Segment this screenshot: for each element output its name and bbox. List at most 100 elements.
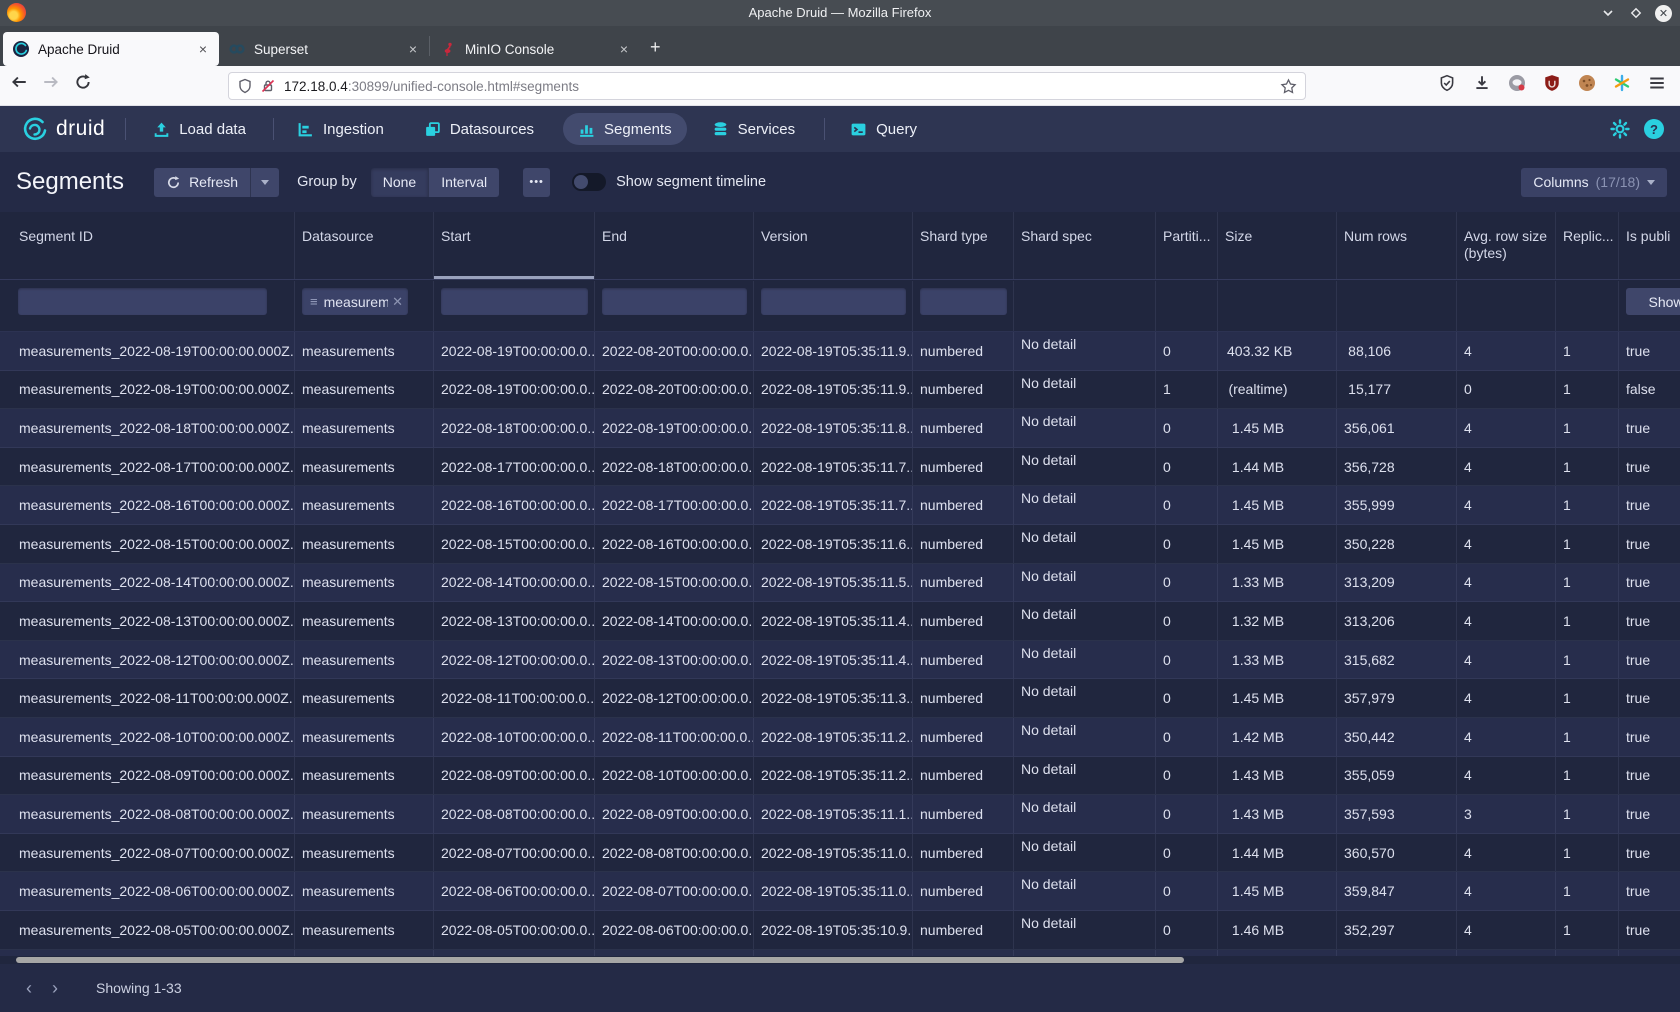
insecure-lock-icon[interactable] (260, 78, 276, 94)
cell-avg_row_size: 4 (1457, 564, 1556, 602)
cell-replicas: 1 (1556, 564, 1619, 602)
cookie-extension-icon[interactable] (1578, 74, 1596, 92)
tab-apache-druid[interactable]: Apache Druid × (3, 32, 219, 66)
tab-minio-console[interactable]: MinIO Console × (430, 32, 640, 66)
table-row[interactable]: measurements_2022-08-08T00:00:00.000Z...… (0, 795, 1680, 834)
group-by-none-button[interactable]: None (371, 168, 428, 197)
reload-icon[interactable] (74, 73, 92, 91)
refresh-dropdown-button[interactable] (250, 168, 279, 197)
column-header-num_rows[interactable]: Num rows (1337, 212, 1457, 279)
table-row[interactable]: measurements_2022-08-18T00:00:00.000Z...… (0, 409, 1680, 448)
filter-input-version[interactable] (761, 288, 906, 315)
cell-start: 2022-08-16T00:00:00.0... (434, 486, 595, 524)
table-row[interactable]: measurements_2022-08-12T00:00:00.000Z...… (0, 641, 1680, 680)
bookmark-star-icon[interactable] (1280, 78, 1297, 95)
window-close-icon[interactable]: ✕ (1655, 5, 1672, 22)
ublock-icon[interactable] (1543, 74, 1561, 92)
table-row[interactable]: measurements_2022-08-07T00:00:00.000Z...… (0, 834, 1680, 873)
table-row[interactable]: measurements_2022-08-15T00:00:00.000Z...… (0, 525, 1680, 564)
cell-partition: 0 (1156, 332, 1218, 370)
column-header-avg_row_size[interactable]: Avg. row size (bytes) (1457, 212, 1556, 279)
settings-gear-icon[interactable] (1610, 119, 1630, 139)
table-row[interactable]: measurements_2022-08-16T00:00:00.000Z...… (0, 486, 1680, 525)
datasource-filter-chip[interactable]: ≡measureme✕ (302, 288, 408, 315)
tab-label: Apache Druid (38, 42, 197, 57)
table-body: measurements_2022-08-19T00:00:00.000Z...… (0, 332, 1680, 956)
nav-item-datasources[interactable]: Datasources (409, 113, 549, 145)
column-header-end[interactable]: End (595, 212, 754, 279)
tab-close-icon[interactable]: × (618, 41, 630, 57)
table-row[interactable]: measurements_2022-08-06T00:00:00.000Z...… (0, 872, 1680, 911)
druid-logo[interactable]: druid (19, 114, 105, 144)
cell-end: 2022-08-11T00:00:00.0... (595, 718, 754, 756)
tab-superset[interactable]: Superset × (219, 32, 429, 66)
nav-item-label: Ingestion (323, 121, 384, 138)
cell-shard_type: numbered (913, 486, 1014, 524)
pagination-prev-icon[interactable]: ‹ (16, 975, 42, 1001)
menu-hamburger-icon[interactable] (1648, 74, 1666, 92)
tab-close-icon[interactable]: × (197, 41, 209, 57)
filter-input-shard_type[interactable] (920, 288, 1007, 315)
column-header-shard_type[interactable]: Shard type (913, 212, 1014, 279)
refresh-button[interactable]: Refresh (154, 168, 250, 197)
cell-replicas: 1 (1556, 641, 1619, 679)
window-minimize-icon[interactable] (1599, 4, 1617, 22)
downloads-icon[interactable] (1473, 74, 1491, 92)
column-header-id[interactable]: Segment ID (0, 212, 295, 279)
table-row[interactable]: measurements_2022-08-19T00:00:00.000Z...… (0, 371, 1680, 410)
mask-extension-icon[interactable] (1508, 74, 1526, 92)
column-header-shard_spec[interactable]: Shard spec (1014, 212, 1156, 279)
url-host: 172.18.0.4 (284, 79, 348, 94)
table-row[interactable]: measurements_2022-08-10T00:00:00.000Z...… (0, 718, 1680, 757)
table-row[interactable]: measurements_2022-08-17T00:00:00.000Z...… (0, 448, 1680, 487)
more-options-button[interactable]: ••• (523, 168, 550, 197)
column-header-version[interactable]: Version (754, 212, 913, 279)
columns-button[interactable]: Columns (17/18) (1521, 168, 1667, 197)
segment-timeline-label: Show segment timeline (616, 174, 766, 190)
filter-input-start[interactable] (441, 288, 588, 315)
column-header-partition[interactable]: Partiti... (1156, 212, 1218, 279)
window-maximize-icon[interactable] (1627, 4, 1645, 22)
group-by-interval-button[interactable]: Interval (428, 168, 499, 197)
table-row[interactable]: measurements_2022-08-11T00:00:00.000Z...… (0, 679, 1680, 718)
scrollbar-thumb[interactable] (16, 957, 1184, 963)
filter-input-id[interactable] (18, 288, 267, 315)
column-header-start[interactable]: Start (434, 212, 595, 279)
cell-id: measurements_2022-08-18T00:00:00.000Z... (0, 409, 295, 447)
back-icon[interactable] (10, 73, 28, 91)
filter-clear-icon[interactable]: ✕ (392, 294, 403, 310)
table-row[interactable]: measurements_2022-08-09T00:00:00.000Z...… (0, 757, 1680, 796)
segment-timeline-toggle[interactable] (572, 173, 606, 191)
nav-item-segments[interactable]: Segments (563, 113, 687, 145)
pocket-shield-icon[interactable] (1438, 74, 1456, 92)
cell-is_published: true (1619, 679, 1680, 717)
datasources-icon (424, 121, 441, 138)
cell-shard_type: numbered (913, 679, 1014, 717)
nav-item-ingestion[interactable]: Ingestion (282, 113, 399, 145)
cell-version: 2022-08-19T05:35:10.9... (754, 911, 913, 949)
is-published-show-filter-button[interactable]: Show (1626, 288, 1680, 315)
column-header-datasource[interactable]: Datasource (295, 212, 434, 279)
cell-start: 2022-08-18T00:00:00.0... (434, 409, 595, 447)
table-row[interactable]: measurements_2022-08-19T00:00:00.000Z...… (0, 332, 1680, 371)
filter-input-end[interactable] (602, 288, 747, 315)
help-icon[interactable]: ? (1644, 119, 1664, 139)
languagetool-asterisk-icon[interactable] (1613, 74, 1631, 92)
cell-num_rows: 350,228 (1337, 525, 1457, 563)
column-header-replicas[interactable]: Replic... (1556, 212, 1619, 279)
pagination-next-icon[interactable]: › (42, 975, 68, 1001)
table-row[interactable]: measurements_2022-08-13T00:00:00.000Z...… (0, 602, 1680, 641)
table-row[interactable]: measurements_2022-08-05T00:00:00.000Z...… (0, 911, 1680, 950)
tab-close-icon[interactable]: × (407, 41, 419, 57)
column-header-is_published[interactable]: Is publi (1619, 212, 1680, 279)
shield-icon[interactable] (237, 78, 253, 94)
cell-is_published: true (1619, 757, 1680, 795)
nav-item-query[interactable]: Query (835, 113, 932, 145)
forward-icon[interactable] (42, 73, 60, 91)
nav-item-load-data[interactable]: Load data (138, 113, 261, 145)
table-row[interactable]: measurements_2022-08-14T00:00:00.000Z...… (0, 564, 1680, 603)
column-header-size[interactable]: Size (1218, 212, 1337, 279)
url-bar[interactable]: 172.18.0.4:30899/unified-console.html#se… (228, 72, 1306, 100)
nav-item-services[interactable]: Services (697, 113, 811, 145)
new-tab-button[interactable]: + (650, 37, 661, 58)
